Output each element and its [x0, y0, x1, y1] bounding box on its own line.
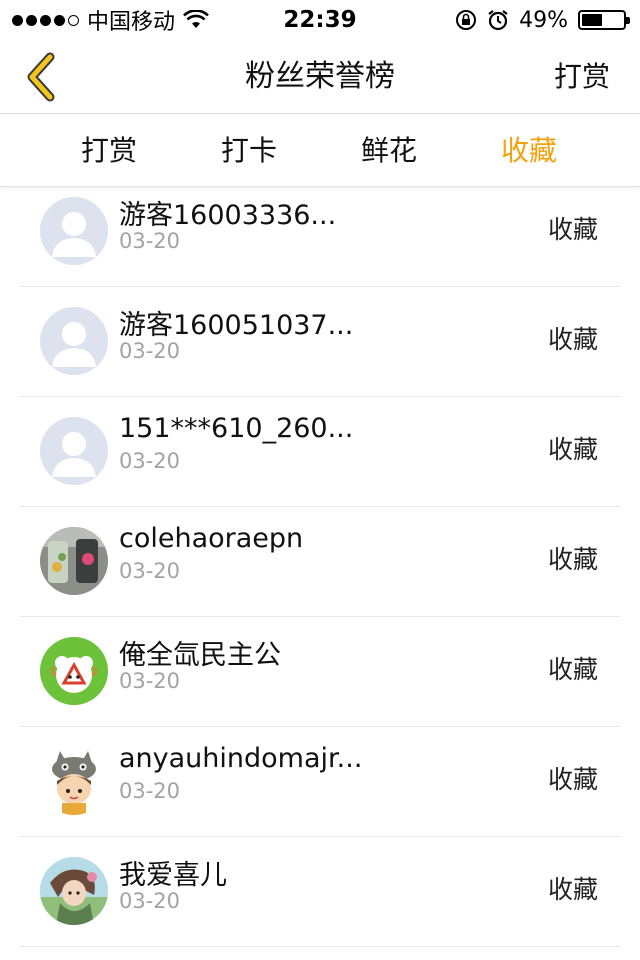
- user-name: 游客160051037...: [119, 310, 354, 341]
- action-label: 收藏: [547, 325, 598, 354]
- user-name: 游客16003336...: [119, 200, 337, 231]
- orientation-lock-icon: [456, 10, 477, 30]
- user-date: 03-20: [119, 889, 181, 913]
- battery-percent: 49%: [519, 7, 568, 33]
- user-date: 03-20: [119, 339, 181, 363]
- default-avatar-icon: [40, 417, 108, 485]
- user-name: colehaoraepn: [119, 523, 304, 554]
- action-label: 收藏: [547, 655, 598, 684]
- action-label: 收藏: [547, 545, 598, 574]
- user-name: anyauhindomajr...: [119, 743, 363, 774]
- tab-flowers[interactable]: 鲜花: [329, 115, 449, 187]
- list-item[interactable]: anyauhindomajr... 03-20 收藏: [20, 727, 620, 837]
- user-name: 151***610_260...: [119, 413, 354, 444]
- battery-icon: [578, 10, 630, 30]
- action-label: 收藏: [547, 765, 598, 794]
- cartoon-avatar-totoro: [40, 747, 108, 815]
- list-item[interactable]: 我爱喜儿 03-20 收藏: [20, 837, 620, 947]
- status-right: 49%: [455, 0, 630, 40]
- list-item[interactable]: 游客160051037... 03-20 收藏: [20, 287, 620, 397]
- action-label: 收藏: [547, 435, 598, 464]
- user-date: 03-20: [119, 669, 181, 693]
- nav-bar: 粉丝荣誉榜 打赏: [0, 40, 640, 114]
- user-date: 03-20: [119, 559, 181, 583]
- tab-checkin[interactable]: 打卡: [189, 115, 309, 187]
- action-label: 收藏: [547, 875, 598, 904]
- list-item[interactable]: 游客16003336... 03-20 收藏: [20, 187, 620, 287]
- tab-reward[interactable]: 打赏: [49, 115, 169, 187]
- reward-button[interactable]: 打赏: [554, 40, 610, 114]
- default-avatar-icon: [40, 197, 108, 265]
- status-bar: 中国移动 22:39 49%: [0, 0, 640, 40]
- cartoon-avatar-green: [40, 637, 108, 705]
- user-date: 03-20: [119, 229, 181, 253]
- user-name: 我爱喜儿: [119, 860, 227, 891]
- fan-list: 游客16003336... 03-20 收藏 游客160051037... 03…: [0, 187, 640, 960]
- tab-favorites[interactable]: 收藏: [469, 115, 589, 187]
- user-date: 03-20: [119, 779, 181, 803]
- list-item[interactable]: colehaoraepn 03-20 收藏: [20, 507, 620, 617]
- tab-bar: 打赏 打卡 鲜花 收藏: [0, 115, 640, 187]
- action-label: 收藏: [547, 215, 598, 244]
- user-name: 俺全氙民主公: [119, 640, 281, 671]
- default-avatar-icon: [40, 307, 108, 375]
- alarm-icon: [488, 10, 508, 31]
- page-title: 粉丝荣誉榜: [245, 59, 395, 94]
- photo-avatar: [40, 527, 108, 595]
- anime-avatar: [40, 857, 108, 925]
- list-item[interactable]: 151***610_260... 03-20 收藏: [20, 397, 620, 507]
- user-date: 03-20: [119, 449, 181, 473]
- list-item[interactable]: 俺全氙民主公 03-20 收藏: [20, 617, 620, 727]
